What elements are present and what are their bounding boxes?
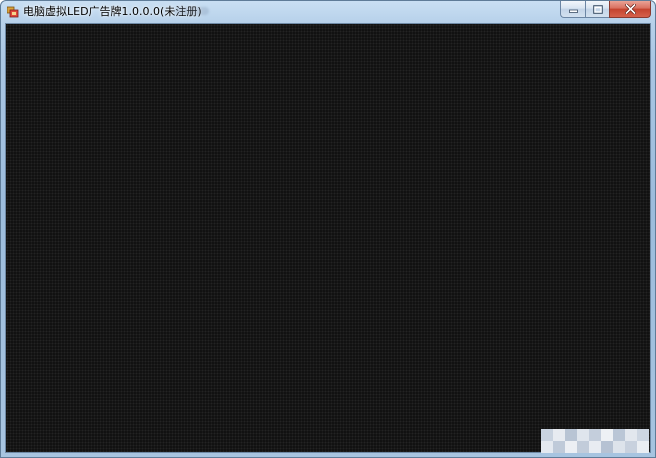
close-button[interactable] xyxy=(609,1,651,18)
app-window: 电脑虚拟LED广告牌1.0.0.0(未注册) xyxy=(0,0,656,458)
caption-buttons xyxy=(560,1,651,18)
led-display-area[interactable] xyxy=(5,23,651,453)
minimize-icon xyxy=(568,9,578,13)
maximize-button[interactable] xyxy=(585,1,609,18)
corner-pixel-noise xyxy=(541,429,649,453)
title-glow xyxy=(175,7,209,15)
minimize-button[interactable] xyxy=(560,1,585,18)
app-icon[interactable] xyxy=(7,6,19,18)
close-icon xyxy=(624,4,636,14)
maximize-icon xyxy=(592,4,603,14)
title-bar[interactable]: 电脑虚拟LED广告牌1.0.0.0(未注册) xyxy=(1,1,655,23)
